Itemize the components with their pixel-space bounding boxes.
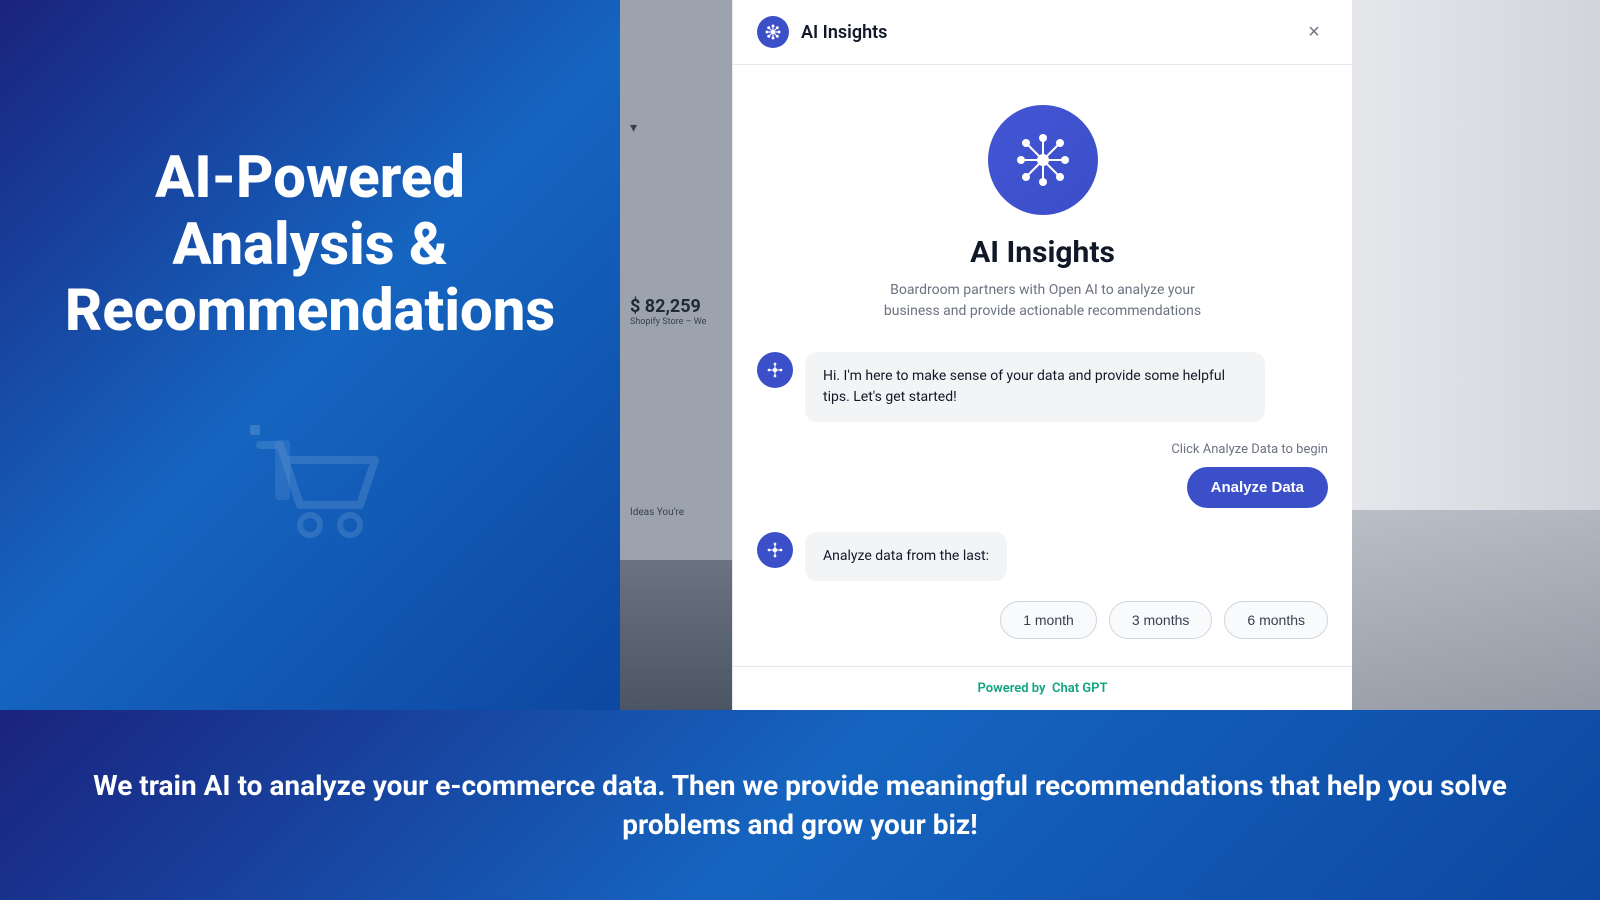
- ideas-label: Ideas You're: [630, 507, 722, 518]
- time-buttons-group: 1 month 3 months 6 months: [757, 601, 1328, 639]
- hero-title: AI-Powered Analysis & Recommendations: [40, 145, 580, 345]
- analyze-data-button[interactable]: Analyze Data: [1187, 467, 1328, 508]
- ai-logo-circle: [988, 105, 1098, 215]
- second-chat-message: Analyze data from the last:: [757, 532, 1328, 581]
- one-month-button[interactable]: 1 month: [1000, 601, 1097, 639]
- modal-header-icon: [757, 16, 789, 48]
- click-hint: Click Analyze Data to begin: [1171, 442, 1328, 457]
- left-panel: AI-Powered Analysis & Recommendations: [0, 0, 620, 710]
- bottom-text: We train AI to analyze your e-commerce d…: [80, 766, 1520, 844]
- powered-by-label: Powered by: [978, 681, 1046, 696]
- ai-logo-section: AI Insights Boardroom partners with Open…: [757, 105, 1328, 322]
- chat-area: Hi. I'm here to make sense of your data …: [757, 352, 1328, 649]
- close-button[interactable]: ×: [1300, 18, 1328, 46]
- right-overflow-area: [1352, 0, 1600, 710]
- analyze-section: Click Analyze Data to begin Analyze Data: [757, 442, 1328, 508]
- modal-footer: Powered by Chat GPT: [733, 666, 1352, 710]
- ai-network-icon: [1013, 130, 1073, 190]
- ai-avatar-2: [757, 532, 793, 568]
- store-label: Shopify Store – We: [630, 317, 722, 327]
- ai-avatar: [757, 352, 793, 388]
- ai-insights-title: AI Insights: [970, 235, 1115, 270]
- powered-by-text: Powered by Chat GPT: [757, 681, 1328, 696]
- bottom-bar: We train AI to analyze your e-commerce d…: [0, 710, 1600, 900]
- ai-insights-subtitle: Boardroom partners with Open AI to analy…: [863, 280, 1223, 322]
- modal-title: AI Insights: [801, 22, 1300, 43]
- first-chat-message: Hi. I'm here to make sense of your data …: [757, 352, 1328, 422]
- powered-by-service: Chat GPT: [1052, 681, 1108, 696]
- three-months-button[interactable]: 3 months: [1109, 601, 1213, 639]
- ai-icon-small: [764, 23, 782, 41]
- modal-body: AI Insights Boardroom partners with Open…: [733, 65, 1352, 666]
- modal-header: AI Insights ×: [733, 0, 1352, 65]
- blur-image: [1352, 510, 1600, 710]
- second-message-bubble: Analyze data from the last:: [805, 532, 1007, 581]
- six-months-button[interactable]: 6 months: [1224, 601, 1328, 639]
- first-message-bubble: Hi. I'm here to make sense of your data …: [805, 352, 1265, 422]
- ai-avatar-icon-2: [766, 541, 784, 559]
- dashboard-image-area: [620, 560, 732, 710]
- cart-logo-icon: [230, 405, 390, 565]
- dashboard-peek-panel: ▾ $ 82,259 Shopify Store – We Ideas You'…: [620, 0, 732, 710]
- revenue-amount: $ 82,259: [630, 296, 722, 317]
- ai-insights-modal: AI Insights ×: [732, 0, 1352, 710]
- ai-avatar-icon: [766, 361, 784, 379]
